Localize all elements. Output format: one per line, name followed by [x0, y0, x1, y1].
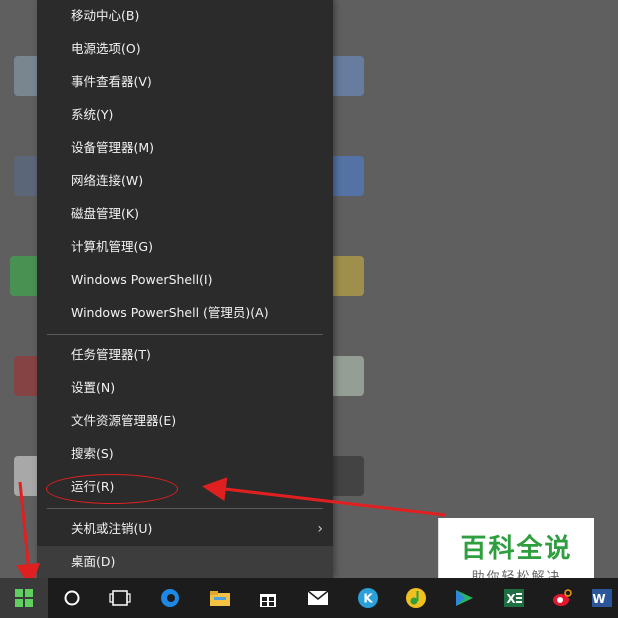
task-view-icon[interactable]: [96, 578, 144, 618]
menu-item-task-manager[interactable]: 任务管理器(T): [37, 339, 333, 371]
k-app-icon[interactable]: K: [344, 578, 392, 618]
video-app-icon[interactable]: [440, 578, 488, 618]
taskbar: K X W: [0, 578, 618, 618]
cortana-icon[interactable]: [48, 578, 96, 618]
menu-item-label: 关机或注销(U): [71, 521, 153, 536]
desktop-app-icon[interactable]: [330, 356, 364, 396]
svg-text:X: X: [506, 592, 516, 606]
desktop-app-icon[interactable]: [330, 156, 364, 196]
menu-separator: [47, 334, 323, 335]
menu-item-desktop[interactable]: 桌面(D): [37, 546, 333, 578]
watermark-title: 百科全说: [460, 534, 573, 564]
windows-start-icon[interactable]: [0, 578, 48, 618]
menu-item-powershell-admin[interactable]: Windows PowerShell (管理员)(A): [37, 297, 333, 329]
menu-item-computer-management[interactable]: 计算机管理(G): [37, 231, 333, 263]
menu-item-mobility-center[interactable]: 移动中心(B): [37, 0, 333, 32]
menu-item-network-connections[interactable]: 网络连接(W): [37, 165, 333, 197]
menu-item-device-manager[interactable]: 设备管理器(M): [37, 132, 333, 164]
word-icon[interactable]: W: [586, 578, 618, 618]
menu-item-power-options[interactable]: 电源选项(O): [37, 33, 333, 65]
menu-item-search[interactable]: 搜索(S): [37, 438, 333, 470]
desktop-app-icon[interactable]: [330, 256, 364, 296]
svg-text:K: K: [363, 592, 373, 606]
mail-icon[interactable]: [294, 578, 342, 618]
store-icon[interactable]: [244, 578, 292, 618]
edge-icon[interactable]: [146, 578, 194, 618]
svg-text:W: W: [592, 592, 605, 606]
menu-item-settings[interactable]: 设置(N): [37, 372, 333, 404]
music-app-icon[interactable]: [392, 578, 440, 618]
menu-separator: [47, 508, 323, 509]
excel-icon[interactable]: X: [490, 578, 538, 618]
desktop-app-icon[interactable]: [330, 56, 364, 96]
file-explorer-icon[interactable]: [196, 578, 244, 618]
desktop-app-icon[interactable]: [330, 456, 364, 496]
menu-item-event-viewer[interactable]: 事件查看器(V): [37, 66, 333, 98]
menu-item-powershell[interactable]: Windows PowerShell(I): [37, 264, 333, 296]
annotation-ellipse: [46, 474, 178, 504]
menu-item-file-explorer[interactable]: 文件资源管理器(E): [37, 405, 333, 437]
menu-item-system[interactable]: 系统(Y): [37, 99, 333, 131]
weibo-icon[interactable]: [538, 578, 586, 618]
menu-item-disk-management[interactable]: 磁盘管理(K): [37, 198, 333, 230]
chevron-right-icon: ›: [317, 521, 323, 537]
menu-item-shutdown-signout[interactable]: 关机或注销(U) ›: [37, 513, 333, 545]
